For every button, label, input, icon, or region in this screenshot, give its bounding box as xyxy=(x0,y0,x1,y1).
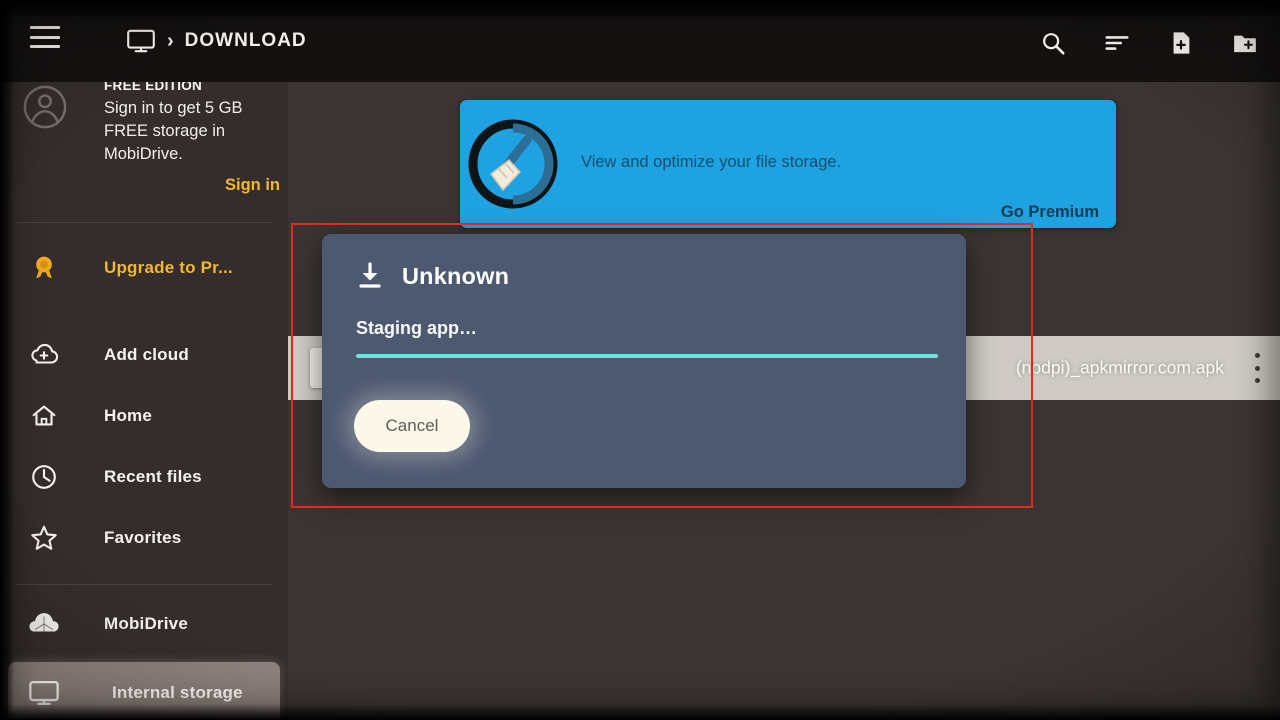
sign-in-link[interactable]: Sign in xyxy=(225,176,280,195)
internal-storage-monitor-icon[interactable] xyxy=(126,28,156,54)
sidebar-item-internal-storage[interactable]: Internal storage xyxy=(8,662,280,720)
sidebar-item-home[interactable]: Home xyxy=(0,385,288,446)
dialog-title: Unknown xyxy=(402,262,510,289)
sidebar-item-label: Add cloud xyxy=(104,344,189,364)
sidebar-item-label: Internal storage xyxy=(112,682,243,702)
sidebar-item-mobidrive[interactable]: MobiDrive xyxy=(0,593,288,654)
breadcrumb-current: DOWNLOAD xyxy=(184,30,307,51)
sort-icon[interactable] xyxy=(1104,30,1130,56)
more-vertical-icon[interactable] xyxy=(1254,353,1260,383)
sidebar-item-label: MobiDrive xyxy=(104,613,188,633)
star-icon xyxy=(27,521,61,555)
new-file-icon[interactable] xyxy=(1168,30,1194,56)
award-ribbon-icon xyxy=(27,251,61,285)
sidebar-item-upgrade[interactable]: Upgrade to Pr... xyxy=(0,237,288,298)
progress-bar xyxy=(356,354,938,358)
file-name-label: (nodpi)_apkmirror.com.apk xyxy=(1015,357,1224,378)
cloud-plus-icon xyxy=(27,338,61,372)
go-premium-link[interactable]: Go Premium xyxy=(1001,203,1099,222)
app-bar: › DOWNLOAD xyxy=(0,0,1280,82)
sidebar-item-label: Recent files xyxy=(104,466,202,486)
sidebar-divider-2 xyxy=(16,584,272,585)
new-folder-icon[interactable] xyxy=(1232,30,1258,56)
home-icon xyxy=(27,399,61,433)
promo-banner[interactable]: View and optimize your file storage. Go … xyxy=(460,100,1116,228)
account-avatar-icon xyxy=(23,85,67,129)
dialog-status-text: Staging app… xyxy=(356,318,477,338)
progress-bar-fill xyxy=(356,354,938,358)
download-icon xyxy=(359,262,381,288)
app-bar-actions xyxy=(1040,30,1258,56)
sidebar-item-recent-files[interactable]: Recent files xyxy=(0,446,288,507)
broom-clean-icon xyxy=(468,119,558,209)
navigation-drawer: FREE EDITION Sign in to get 5 GB FREE st… xyxy=(0,72,288,720)
sidebar-item-add-cloud[interactable]: Add cloud xyxy=(0,324,288,385)
hamburger-icon[interactable] xyxy=(30,26,60,48)
sidebar-item-label: Home xyxy=(104,405,153,425)
dialog-header: Unknown xyxy=(356,262,509,290)
account-description: Sign in to get 5 GB FREE storage in Mobi… xyxy=(104,99,243,163)
sidebar-item-label: Favorites xyxy=(104,527,182,547)
promo-text: View and optimize your file storage. xyxy=(581,153,842,171)
monitor-icon xyxy=(27,676,61,710)
mobidrive-cloud-icon xyxy=(27,607,61,641)
sidebar-item-favorites[interactable]: Favorites xyxy=(0,507,288,568)
search-icon[interactable] xyxy=(1040,30,1066,56)
breadcrumb: › DOWNLOAD xyxy=(126,28,307,54)
account-section[interactable]: FREE EDITION Sign in to get 5 GB FREE st… xyxy=(0,72,288,222)
sidebar-divider xyxy=(16,222,272,223)
clock-icon xyxy=(27,460,61,494)
breadcrumb-separator: › xyxy=(167,30,174,52)
sidebar-item-label: Upgrade to Pr... xyxy=(104,257,233,277)
app-screen: FREE EDITION Sign in to get 5 GB FREE st… xyxy=(0,0,1280,720)
cancel-button[interactable]: Cancel xyxy=(354,400,470,452)
